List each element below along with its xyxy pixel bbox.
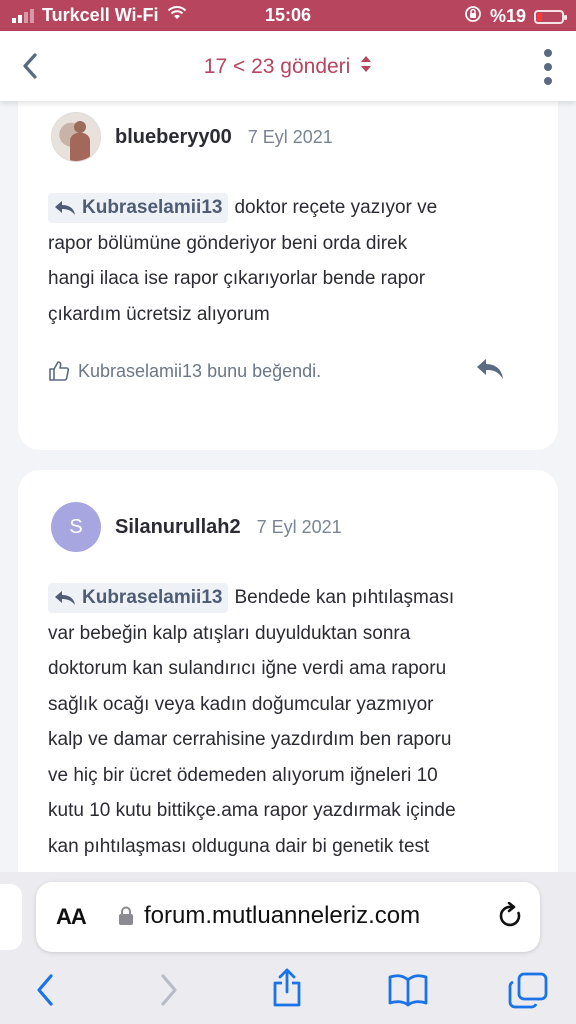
quote-username: Kubraselamii13 [82, 197, 223, 218]
battery-info: %19 [464, 5, 567, 28]
post-author: S Silanurullah2 7 Eyl 2021 [51, 502, 342, 552]
status-bar: Turkcell Wi-Fi 15:06 %19 [0, 0, 576, 31]
post-line: kalp ve damar cerrahisine yazdırdım ben … [48, 729, 452, 750]
post-line: hangi ilaca ise rapor çıkarıyorlar bende… [48, 268, 426, 289]
battery-percent: %19 [489, 6, 526, 26]
username[interactable]: blueberyy00 [115, 126, 232, 149]
reply-button[interactable] [476, 358, 504, 385]
battery-icon [534, 9, 567, 24]
address-bar[interactable]: AA forum.mutluanneleriz.com [36, 882, 540, 952]
post-line: doktorum kan sulandırıcı iğne verdi ama … [48, 658, 447, 679]
post-line: kutu 10 kutu bittikçe.ama rapor yazdırma… [48, 800, 456, 821]
browser-address-area: AA forum.mutluanneleriz.com [0, 872, 576, 962]
post-line: Bendede kan pıhtılaşması [234, 587, 455, 608]
post-author: blueberyy00 7 Eyl 2021 [51, 112, 333, 162]
post-body: Kubraselamii13 Bendede kan pıhtılaşması v… [48, 580, 538, 864]
lock-icon [118, 906, 134, 931]
book-icon [388, 974, 428, 1007]
share-button[interactable] [270, 968, 304, 1013]
post-date[interactable]: 7 Eyl 2021 [257, 517, 342, 538]
thread-header: 17 < 23 gönderi [0, 31, 576, 101]
post-line: ve hiç bir ücret ödemeden alıyorum iğnel… [48, 764, 438, 786]
tabs-button[interactable] [508, 972, 548, 1015]
avatar[interactable]: S [51, 502, 101, 552]
likes-text: Kubraselamii13 bunu beğendi. [78, 360, 322, 381]
post-position-label: 17 < 23 gönderi [203, 55, 351, 78]
chevron-left-icon [37, 974, 53, 1006]
post-line: çıkardım ücretsiz alıyorum [48, 303, 270, 325]
reader-settings-button[interactable]: AA [56, 904, 87, 930]
browser-toolbar [0, 962, 576, 1024]
up-down-caret-icon [360, 55, 372, 79]
quote-reference[interactable]: Kubraselamii13 [48, 583, 229, 613]
post-position-selector[interactable]: 17 < 23 gönderi [0, 55, 576, 79]
previous-tab-preview[interactable] [0, 884, 22, 950]
reload-button[interactable] [498, 901, 524, 935]
reply-arrow-icon [55, 591, 75, 605]
quote-username: Kubraselamii13 [82, 587, 223, 608]
chevron-right-icon [161, 974, 177, 1006]
more-options-button[interactable] [544, 49, 552, 85]
quote-reference[interactable]: Kubraselamii13 [48, 193, 229, 223]
post-date[interactable]: 7 Eyl 2021 [248, 127, 333, 148]
post-line: sağlık ocağı veya kadın doğumcular yazmı… [48, 693, 434, 715]
orientation-lock-icon [464, 5, 482, 28]
reply-icon [477, 359, 503, 379]
browser-back-button[interactable] [34, 972, 56, 1013]
post-body: Kubraselamii13 doktor reçete yazıyor ve r… [48, 190, 538, 332]
bookmarks-button[interactable] [388, 972, 428, 1013]
avatar[interactable] [51, 112, 101, 162]
post-line: kan pıhtılaşması olduguna dair bi geneti… [48, 835, 430, 857]
tabs-icon [508, 972, 548, 1009]
url-text[interactable]: forum.mutluanneleriz.com [144, 902, 420, 930]
post-line: doktor reçete yazıyor ve [234, 197, 438, 218]
share-icon [273, 968, 301, 1007]
reload-icon [499, 901, 521, 927]
post-line: var bebeğin kalp atışları duyulduktan so… [48, 622, 411, 644]
post-card: blueberyy00 7 Eyl 2021 Kubraselamii13 dok… [18, 60, 558, 450]
post-line: rapor bölümüne gönderiyor beni orda dire… [48, 232, 408, 254]
likes-summary[interactable]: Kubraselamii13 bunu beğendi. [48, 360, 321, 382]
reply-arrow-icon [55, 201, 75, 215]
browser-forward-button[interactable] [158, 972, 180, 1013]
thumbs-up-icon [49, 361, 70, 381]
username[interactable]: Silanurullah2 [115, 516, 241, 539]
